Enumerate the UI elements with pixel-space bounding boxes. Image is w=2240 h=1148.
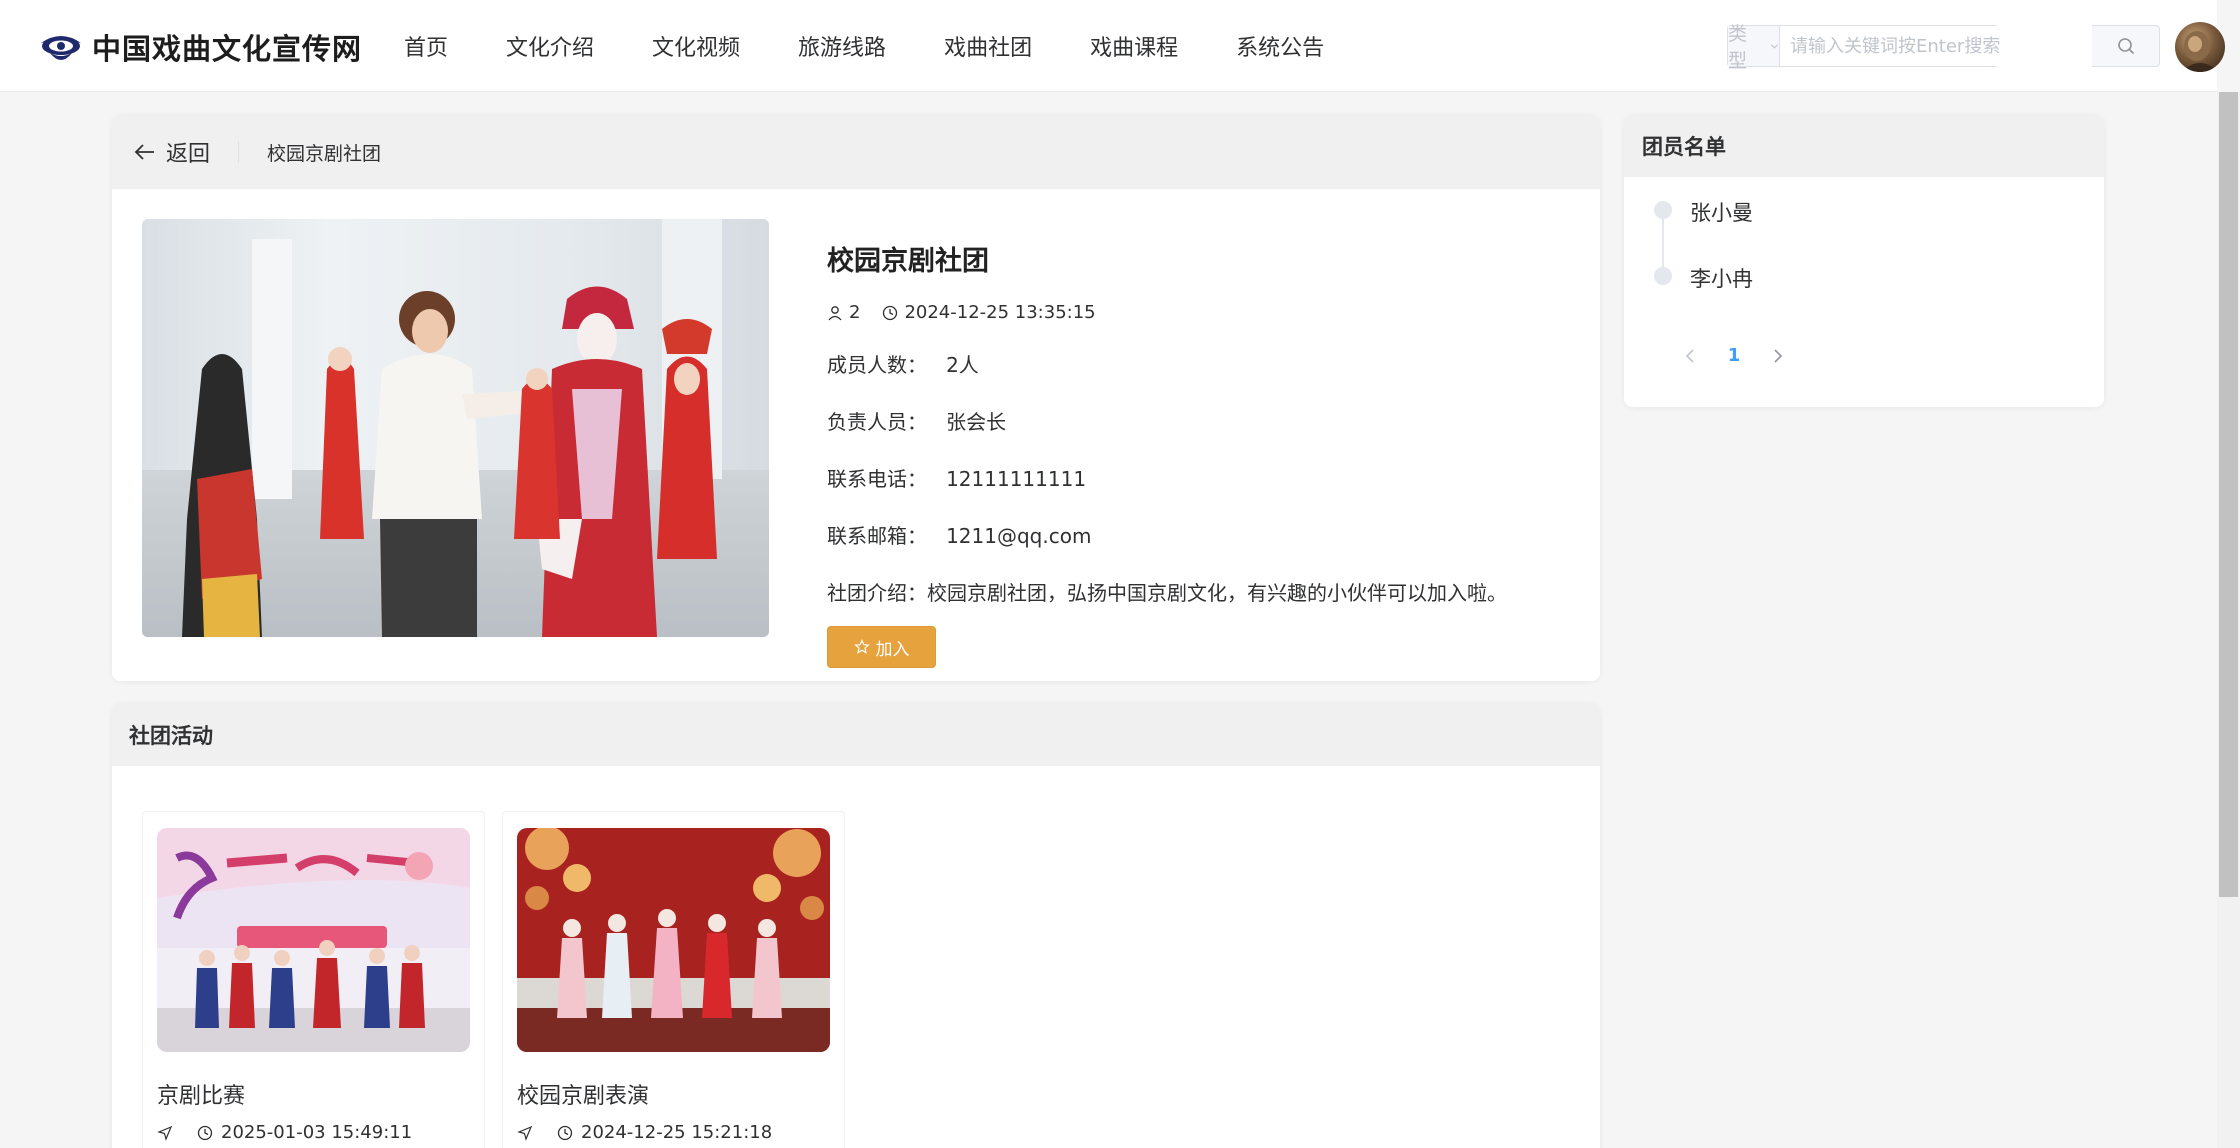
clock-icon: [883, 305, 898, 320]
nav-opera-clubs[interactable]: 戏曲社团: [944, 30, 1032, 62]
scrollbar-thumb[interactable]: [2219, 92, 2238, 897]
nav-culture-video[interactable]: 文化视频: [652, 30, 740, 62]
leader-row: 负责人员： 张会长: [827, 410, 1007, 434]
member-list-card: 团员名单 张小曼 李小冉 1: [1624, 115, 2104, 407]
nav-travel-routes[interactable]: 旅游线路: [798, 30, 886, 62]
activity-datetime: 2024-12-25 15:21:18: [581, 1122, 773, 1143]
breadcrumb-divider: [238, 141, 240, 163]
location-arrow-icon: [157, 1125, 173, 1141]
club-photo: [142, 219, 769, 637]
join-button[interactable]: 加入: [827, 626, 936, 668]
search-bar: 类型: [1727, 23, 2023, 72]
main-nav: 首页 文化介绍 文化视频 旅游线路 戏曲社团 戏曲课程 系统公告: [384, 0, 1382, 92]
intro-row: 社团介绍：校园京剧社团，弘扬中国京剧文化，有兴趣的小伙伴可以加入啦。: [827, 581, 1507, 605]
club-activities-card: 社团活动 京剧比赛 2025-01-03 15:49:11 校园京剧表演 202…: [112, 703, 1600, 1148]
member-timeline: 张小曼 李小冉: [1654, 197, 1753, 329]
timeline-dot: [1654, 267, 1672, 285]
member-item: 张小曼: [1654, 197, 1753, 269]
opera-competition-image: [157, 828, 470, 1052]
search-input[interactable]: [1780, 26, 2023, 66]
campus-opera-show-image: [517, 828, 830, 1052]
clock-icon: [197, 1125, 213, 1140]
activity-title: 京剧比赛: [157, 1084, 246, 1109]
timeline-line: [1662, 217, 1664, 269]
join-label: 加入: [875, 639, 910, 660]
chevron-left-icon[interactable]: [1668, 346, 1712, 366]
nav-home[interactable]: 首页: [404, 30, 448, 62]
arrow-left-icon: [134, 144, 154, 160]
activity-image: [517, 828, 830, 1052]
member-name: 李小冉: [1690, 267, 1753, 291]
nav-opera-courses[interactable]: 戏曲课程: [1090, 30, 1178, 62]
type-select[interactable]: 类型: [1728, 23, 1781, 72]
activity-meta: 2024-12-25 15:21:18: [517, 1122, 772, 1143]
search-icon: [2117, 38, 2134, 55]
breadcrumb: 校园京剧社团: [267, 142, 382, 165]
back-label: 返回: [166, 142, 211, 167]
club-title: 校园京剧社团: [827, 246, 989, 277]
chevron-right-icon[interactable]: [1756, 346, 1800, 366]
club-detail-card: 返回 校园京剧社团 校园京剧社团 2 2024-12-25 13:35:15 成…: [112, 115, 1600, 681]
member-pagination: 1: [1668, 345, 1800, 366]
detail-card-header: 返回 校园京剧社团: [112, 115, 1600, 189]
user-icon: [828, 305, 842, 320]
opera-performers-image: [182, 219, 722, 637]
top-header: 中国戏曲文化宣传网 首页 文化介绍 文化视频 旅游线路 戏曲社团 戏曲课程 系统…: [0, 0, 2225, 92]
nav-announcements[interactable]: 系统公告: [1236, 30, 1324, 62]
member-item: 李小冉: [1654, 263, 1753, 329]
member-list-title: 团员名单: [1624, 115, 2104, 177]
clock-icon: [557, 1125, 573, 1140]
page-number-active[interactable]: 1: [1712, 345, 1756, 366]
avatar-image: [2181, 31, 2219, 72]
activities-title: 社团活动: [112, 703, 1600, 766]
activity-meta: 2025-01-03 15:49:11: [157, 1122, 412, 1143]
phone-row: 联系电话： 12111111111: [827, 467, 1087, 491]
member-name: 张小曼: [1690, 201, 1753, 225]
created-datetime: 2024-12-25 13:35:15: [904, 302, 1096, 323]
chevron-down-icon: [1771, 44, 1779, 49]
members-count-row: 成员人数： 2人: [827, 353, 979, 377]
activity-datetime: 2025-01-03 15:49:11: [221, 1122, 413, 1143]
activity-title: 校园京剧表演: [517, 1084, 650, 1109]
back-button[interactable]: 返回: [134, 136, 210, 168]
email-row: 联系邮箱： 1211@qq.com: [827, 524, 1092, 548]
activity-card[interactable]: 校园京剧表演 2024-12-25 15:21:18: [502, 811, 845, 1148]
site-title: 中国戏曲文化宣传网: [92, 32, 363, 66]
user-avatar[interactable]: [2175, 22, 2225, 72]
star-icon: [853, 639, 870, 654]
location-arrow-icon: [517, 1125, 533, 1141]
site-logo[interactable]: 中国戏曲文化宣传网: [38, 26, 362, 68]
timeline-dot: [1654, 201, 1672, 219]
nav-culture-intro[interactable]: 文化介绍: [506, 30, 594, 62]
member-count: 2: [849, 302, 861, 323]
club-info: 校园京剧社团 2 2024-12-25 13:35:15 成员人数： 2人 负责…: [827, 239, 1507, 668]
activity-image: [157, 828, 470, 1052]
type-select-placeholder: 类型: [1728, 23, 1748, 72]
fan-eye-logo-icon: [41, 36, 81, 60]
activity-card[interactable]: 京剧比赛 2025-01-03 15:49:11: [142, 811, 485, 1148]
search-button[interactable]: [2092, 25, 2160, 67]
club-meta: 2 2024-12-25 13:35:15: [827, 302, 1507, 323]
